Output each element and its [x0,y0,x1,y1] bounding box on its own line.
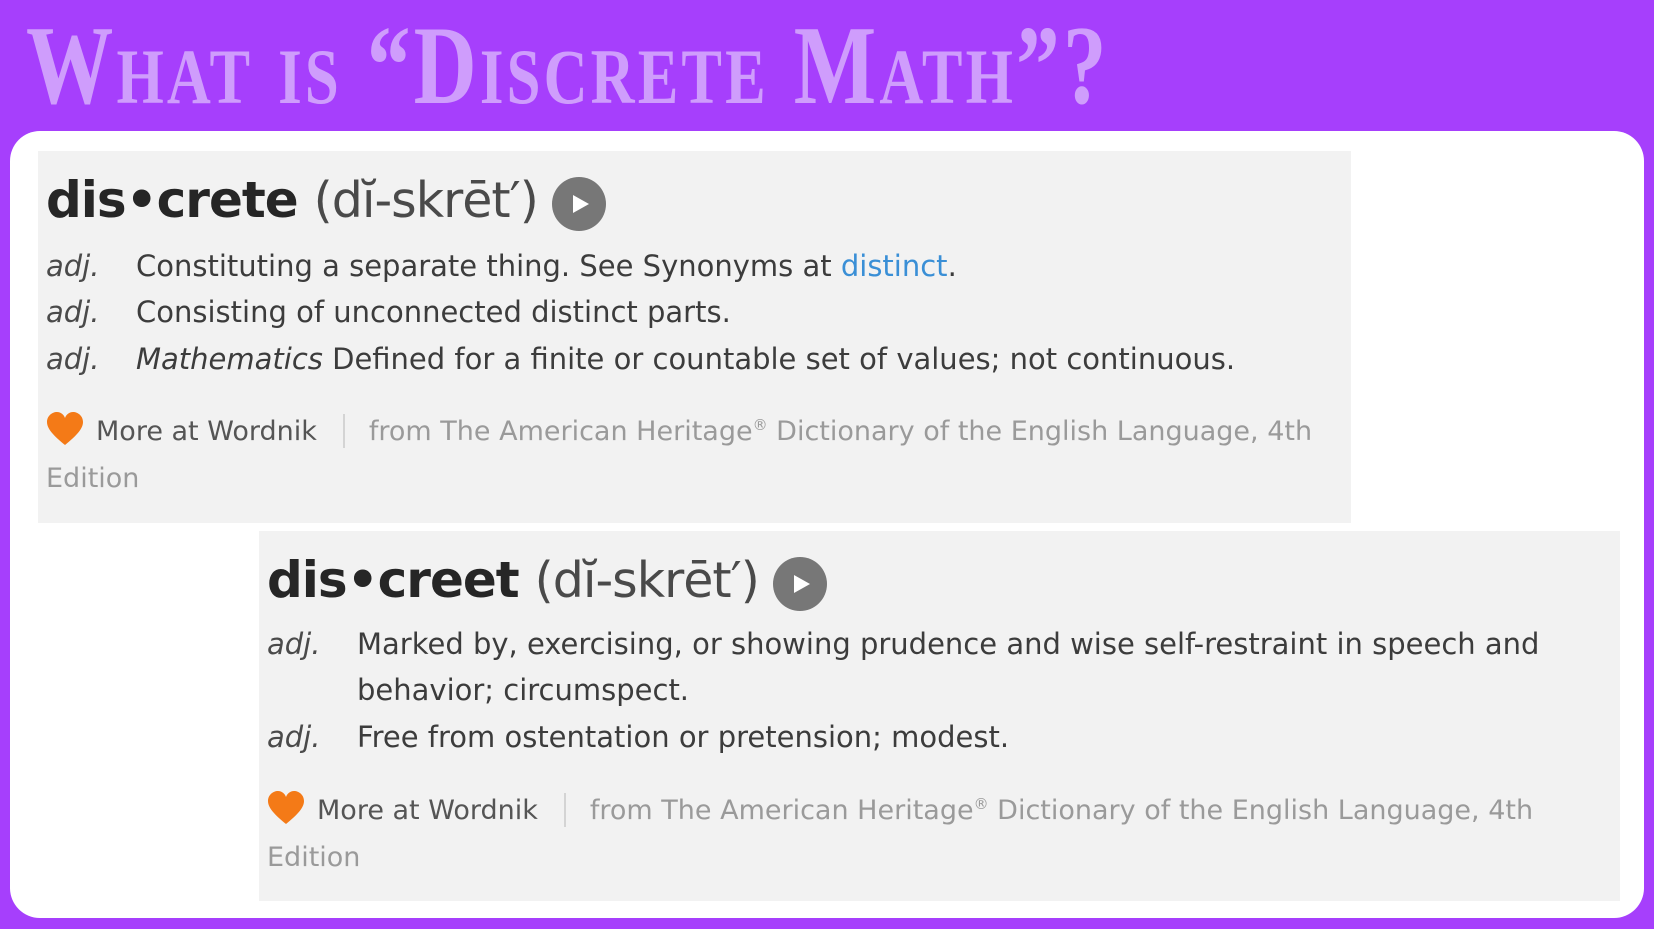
more-at-wordnik-link[interactable]: More at Wordnik [317,795,538,826]
sense-text: Mathematics Defined for a finite or coun… [136,336,1235,382]
sense-text: Constituting a separate thing. See Synon… [136,243,957,289]
sense-1: adj. Marked by, exercising, or showing p… [267,621,1582,713]
source-attribution: More at Wordnik from The American Heritag… [267,781,1567,881]
part-of-speech: adj. [46,342,100,376]
part-of-speech: adj. [46,295,100,329]
synonym-link-distinct[interactable]: distinct [841,249,948,283]
part-of-speech: adj. [267,627,321,661]
sense-3: adj. Mathematics Defined for a finite or… [46,336,1235,382]
definition-card-discrete: dis•crete (dĭ-skrēt′) adj. Constituting … [38,151,1351,523]
part-of-speech: adj. [267,720,321,754]
heart-icon [46,412,84,446]
part-of-speech: adj. [46,249,100,283]
sense-text: Free from ostentation or pretension; mod… [357,720,1010,754]
sense-text: Consisting of unconnected distinct parts… [136,295,731,329]
headword-row: dis•crete (dĭ-skrēt′) [46,169,606,231]
sense-definition: Defined for a finite or countable set of… [322,342,1236,376]
registered-mark: ® [973,795,989,813]
sense-text-after: . [947,249,957,283]
domain-label: Mathematics [136,342,323,376]
source-attribution: More at Wordnik from The American Heritag… [46,402,1346,502]
headword: dis•creet [267,551,520,609]
source-text-1: from The American Heritage [368,416,753,447]
headword-row: dis•creet (dĭ-skrēt′) [267,549,827,611]
sense-text-before: Constituting a separate thing. See Synon… [136,249,841,283]
more-at-wordnik-link[interactable]: More at Wordnik [96,416,317,447]
play-audio-icon[interactable] [551,177,606,231]
pronunciation: (dĭ-skrēt′) [313,171,539,229]
sense-text: Marked by, exercising, or showing pruden… [357,627,1540,707]
sense-1: adj. Constituting a separate thing. See … [46,243,957,289]
definition-card-discreet: dis•creet (dĭ-skrēt′) adj. Marked by, ex… [259,531,1620,901]
divider [563,793,566,827]
sense-2: adj. Consisting of unconnected distinct … [46,289,731,335]
source-text-1: from The American Heritage [589,795,974,826]
divider [342,414,345,448]
heart-icon [267,791,305,825]
pronunciation: (dĭ-skrēt′) [534,551,760,609]
registered-mark: ® [752,416,768,434]
play-audio-icon[interactable] [772,557,827,611]
slide-title: What is “Discrete Math”? [26,4,1110,128]
headword: dis•crete [46,171,299,229]
slide: What is “Discrete Math”? dis•crete (dĭ-s… [0,0,1654,929]
sense-2: adj. Free from ostentation or pretension… [267,714,1009,760]
